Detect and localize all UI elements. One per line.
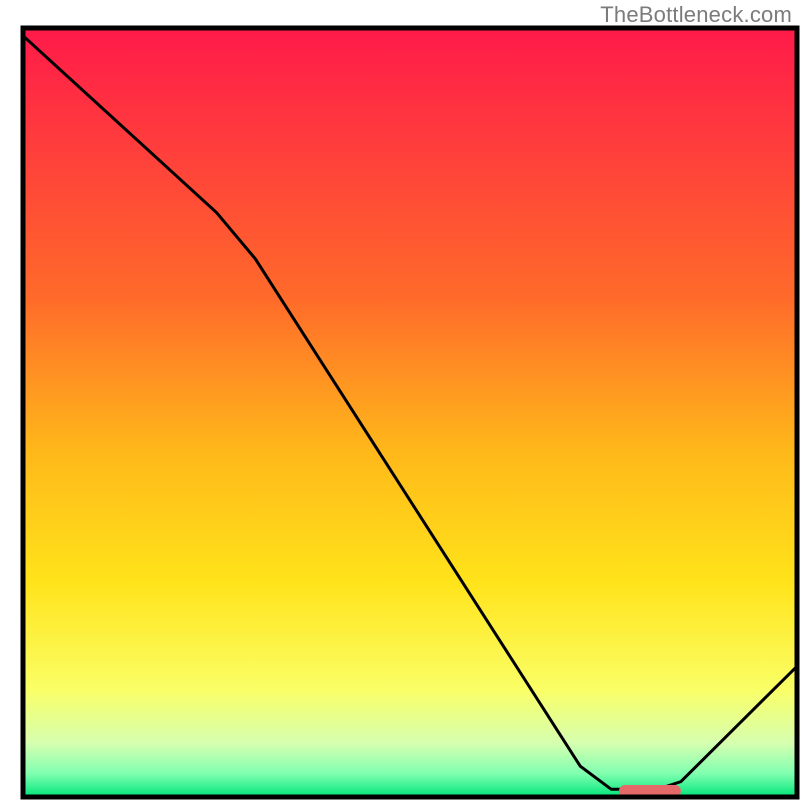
chart-container: TheBottleneck.com <box>0 0 800 800</box>
bottleneck-chart <box>0 0 800 800</box>
attribution-text: TheBottleneck.com <box>600 2 792 28</box>
